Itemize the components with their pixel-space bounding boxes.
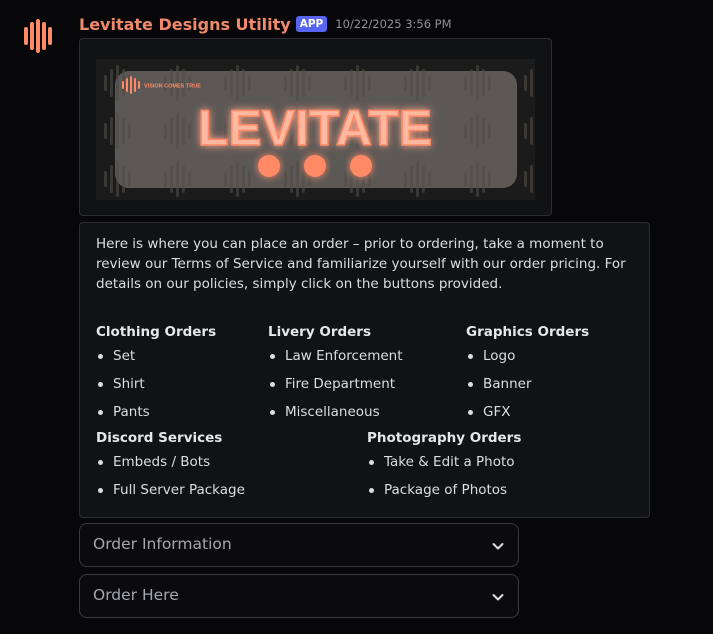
section-title: Photography Orders <box>367 430 522 446</box>
section-title: Clothing Orders <box>96 324 217 340</box>
order-embed: Here is where you can place an order – p… <box>79 222 650 518</box>
levitate-banner-image[interactable]: VISION COMES TRUE LEVITATE <box>96 59 535 200</box>
chevron-down-icon <box>492 594 504 601</box>
message-header: Levitate Designs Utility APP 10/22/2025 … <box>79 13 452 35</box>
embed-description: Here is where you can place an order – p… <box>96 236 626 292</box>
banner-tagline: VISION COMES TRUE <box>144 84 201 90</box>
chevron-down-icon <box>492 543 504 550</box>
message-timestamp[interactable]: 10/22/2025 3:56 PM <box>335 17 451 31</box>
banner-dot <box>350 155 372 177</box>
list-item: Embeds / Bots <box>96 452 245 476</box>
banner-dot <box>304 155 326 177</box>
list-item: Law Enforcement <box>268 346 403 370</box>
list-item: Miscellaneous <box>268 402 403 426</box>
list-item: Full Server Package <box>96 480 245 504</box>
select-placeholder: Order Here <box>93 586 179 604</box>
author-name[interactable]: Levitate Designs Utility <box>79 15 291 34</box>
section-livery-orders: Livery Orders Law Enforcement Fire Depar… <box>268 322 403 426</box>
list-item: Shirt <box>96 374 216 398</box>
app-badge: APP <box>295 16 328 32</box>
order-here-select[interactable]: Order Here <box>79 574 519 618</box>
select-placeholder: Order Information <box>93 535 232 553</box>
list-item: Fire Department <box>268 374 403 398</box>
bot-avatar-icon[interactable] <box>16 14 60 58</box>
banner-dot <box>258 155 280 177</box>
list-item: Pants <box>96 402 216 426</box>
list-item: Package of Photos <box>367 480 521 504</box>
order-information-select[interactable]: Order Information <box>79 523 519 567</box>
list-item: Take & Edit a Photo <box>367 452 521 476</box>
section-title: Livery Orders <box>268 324 371 340</box>
section-discord-services: Discord Services Embeds / Bots Full Serv… <box>96 428 245 504</box>
list-item: GFX <box>466 402 589 426</box>
section-title: Graphics Orders <box>466 324 590 340</box>
list-item: Banner <box>466 374 589 398</box>
section-clothing-orders: Clothing Orders Set Shirt Pants <box>96 322 216 426</box>
section-graphics-orders: Graphics Orders Logo Banner GFX <box>466 322 589 426</box>
section-photography-orders: Photography Orders Take & Edit a Photo P… <box>367 428 521 504</box>
section-title: Discord Services <box>96 430 223 446</box>
list-item: Logo <box>466 346 589 370</box>
banner-embed: VISION COMES TRUE LEVITATE <box>79 38 552 216</box>
list-item: Set <box>96 346 216 370</box>
banner-brand-text: LEVITATE <box>198 100 432 156</box>
